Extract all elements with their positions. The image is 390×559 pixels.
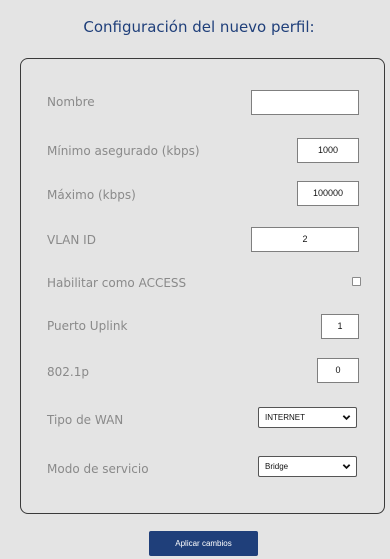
puerto-uplink-label: Puerto Uplink <box>47 319 128 333</box>
tipo-wan-select[interactable]: INTERNET <box>258 407 357 428</box>
p8021-input[interactable]: 0 <box>317 358 359 383</box>
chevron-down-icon <box>342 415 351 421</box>
tipo-wan-label: Tipo de WAN <box>47 413 124 427</box>
chevron-down-icon <box>342 464 351 470</box>
apply-changes-button[interactable]: Aplicar cambios <box>149 531 258 556</box>
minimo-asegurado-label: Mínimo asegurado (kbps) <box>47 144 200 158</box>
nombre-label: Nombre <box>47 95 95 109</box>
modo-servicio-select[interactable]: Bridge <box>258 456 357 477</box>
tipo-wan-selected: INTERNET <box>265 413 305 422</box>
minimo-asegurado-input[interactable]: 1000 <box>297 138 359 163</box>
maximo-label: Máximo (kbps) <box>47 188 136 202</box>
modo-servicio-selected: Bridge <box>265 462 289 471</box>
vlan-id-input[interactable]: 2 <box>251 227 359 252</box>
modo-servicio-label: Modo de servicio <box>47 462 149 476</box>
page-title: Configuración del nuevo perfil: <box>83 18 315 36</box>
vlan-id-label: VLAN ID <box>47 233 96 247</box>
access-label: Habilitar como ACCESS <box>47 276 187 290</box>
p8021-label: 802.1p <box>47 365 89 379</box>
access-checkbox[interactable] <box>352 277 361 286</box>
maximo-input[interactable]: 100000 <box>297 181 359 206</box>
puerto-uplink-input[interactable]: 1 <box>321 314 359 339</box>
nombre-input[interactable] <box>251 90 359 115</box>
